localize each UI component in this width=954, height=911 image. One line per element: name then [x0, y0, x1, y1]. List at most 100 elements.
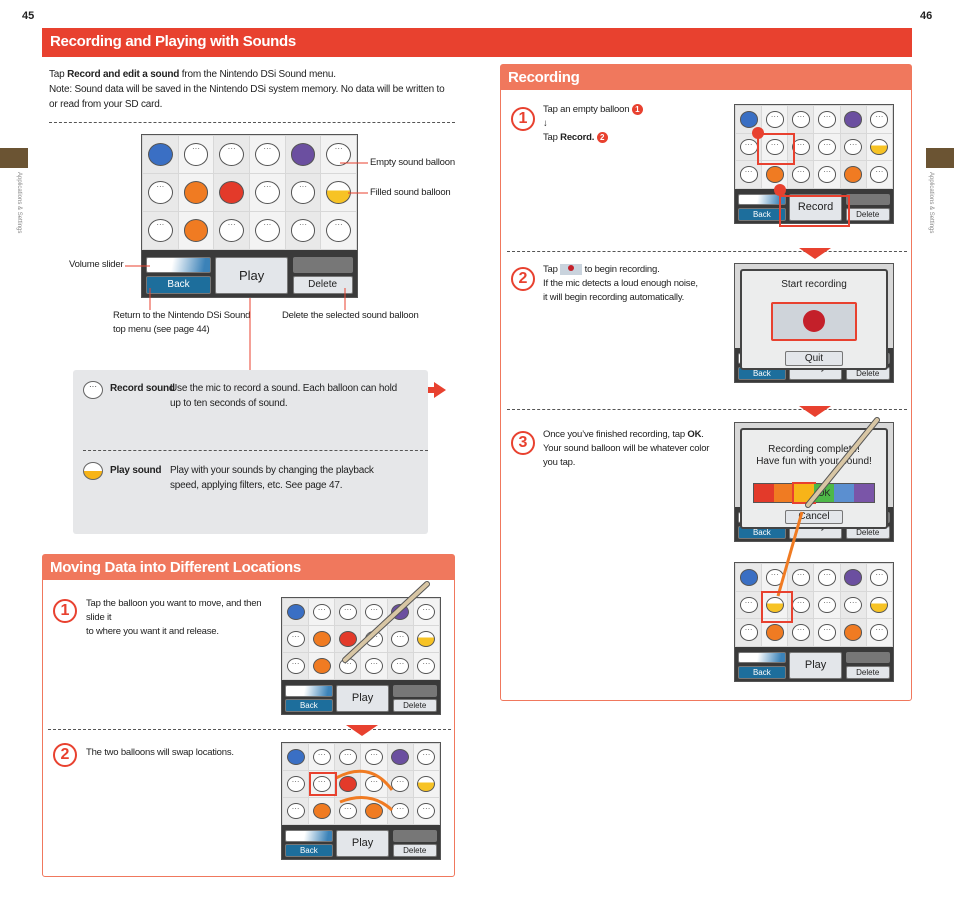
balloon-cell[interactable]: ···: [788, 591, 814, 619]
balloon-cell[interactable]: ···: [736, 619, 762, 646]
balloon-cell[interactable]: ···: [814, 564, 840, 591]
balloon-cell[interactable]: ···: [840, 133, 866, 161]
play-button[interactable]: Play: [335, 830, 390, 857]
balloon-cell[interactable]: ···: [762, 564, 788, 591]
balloon-cell[interactable]: ···: [283, 626, 309, 653]
balloon-cell[interactable]: ···: [335, 599, 361, 626]
balloon-cell[interactable]: ···: [736, 591, 762, 619]
back-button[interactable]: Back: [738, 207, 786, 221]
delete-button[interactable]: Delete: [392, 843, 437, 857]
color-swatch[interactable]: [792, 482, 817, 504]
color-swatch[interactable]: OK: [814, 484, 834, 502]
color-swatch[interactable]: [754, 484, 775, 502]
balloon-cell[interactable]: [736, 106, 762, 133]
balloon-cell[interactable]: ···: [736, 161, 762, 188]
balloon-cell[interactable]: [762, 591, 788, 619]
balloon-cell[interactable]: [361, 798, 387, 825]
volume-slider[interactable]: [738, 651, 786, 664]
volume-slider[interactable]: [285, 685, 333, 697]
balloon-cell[interactable]: ···: [814, 106, 840, 133]
balloon-cell[interactable]: ···: [413, 599, 439, 626]
balloon-cell[interactable]: ···: [814, 133, 840, 161]
delete-button[interactable]: Delete: [845, 207, 890, 221]
balloon-cell[interactable]: [387, 744, 413, 771]
balloon-cell[interactable]: [866, 133, 892, 161]
balloon-cell[interactable]: ···: [413, 744, 439, 771]
balloon-cell[interactable]: [840, 619, 866, 646]
balloon-cell[interactable]: ···: [283, 798, 309, 825]
balloon-cell[interactable]: ···: [413, 653, 439, 680]
balloon-cell[interactable]: ···: [788, 619, 814, 646]
balloon-cell[interactable]: [413, 771, 439, 798]
balloon-cell[interactable]: ···: [413, 798, 439, 825]
balloon-cell[interactable]: [335, 771, 361, 798]
balloon-cell[interactable]: ···: [788, 564, 814, 591]
balloon-cell[interactable]: ···: [814, 591, 840, 619]
balloon-cell[interactable]: ···: [283, 771, 309, 798]
balloon-cell[interactable]: [387, 599, 413, 626]
color-swatch[interactable]: [853, 484, 874, 502]
balloon-cell[interactable]: [283, 744, 309, 771]
balloon-cell[interactable]: ···: [309, 599, 335, 626]
balloon-cell[interactable]: [309, 626, 335, 653]
balloon-cell[interactable]: ···: [866, 619, 892, 646]
balloon-cell[interactable]: [762, 619, 788, 646]
balloon-cell[interactable]: ···: [283, 653, 309, 680]
balloon-cell[interactable]: ···: [387, 798, 413, 825]
balloon-cell[interactable]: ···: [361, 771, 387, 798]
balloon-cell[interactable]: ···: [309, 771, 335, 798]
balloon-cell[interactable]: ···: [866, 161, 892, 188]
balloon-cell[interactable]: [309, 798, 335, 825]
back-button[interactable]: Back: [285, 698, 333, 712]
color-swatch[interactable]: [833, 484, 854, 502]
balloon-cell[interactable]: ···: [361, 626, 387, 653]
balloon-cell[interactable]: ···: [788, 161, 814, 188]
balloon-cell[interactable]: [413, 626, 439, 653]
options-box[interactable]: [392, 830, 437, 842]
quit-button[interactable]: Quit: [785, 350, 843, 367]
color-swatch[interactable]: [774, 484, 795, 502]
balloon-cell[interactable]: ···: [788, 133, 814, 161]
balloon-cell[interactable]: [335, 626, 361, 653]
balloon-cell[interactable]: ···: [361, 653, 387, 680]
balloon-cell[interactable]: [736, 564, 762, 591]
balloon-cell[interactable]: [840, 106, 866, 133]
balloon-cell[interactable]: ···: [840, 591, 866, 619]
balloon-cell[interactable]: [840, 564, 866, 591]
volume-slider[interactable]: [738, 193, 786, 206]
balloon-cell[interactable]: ···: [335, 653, 361, 680]
balloon-cell[interactable]: ···: [387, 771, 413, 798]
balloon-cell[interactable]: ···: [814, 161, 840, 188]
delete-button[interactable]: Delete: [845, 665, 890, 679]
options-box[interactable]: [392, 685, 437, 697]
balloon-cell[interactable]: [840, 161, 866, 188]
balloon-cell[interactable]: ···: [762, 133, 788, 161]
record-button[interactable]: Record: [788, 193, 843, 221]
balloon-cell[interactable]: ···: [814, 619, 840, 646]
play-button[interactable]: Play: [335, 685, 390, 712]
play-button[interactable]: Play: [788, 651, 843, 679]
balloon-cell[interactable]: [866, 591, 892, 619]
balloon-cell[interactable]: ···: [387, 626, 413, 653]
balloon-cell[interactable]: ···: [361, 599, 387, 626]
back-button[interactable]: Back: [285, 843, 333, 857]
back-button[interactable]: Back: [738, 665, 786, 679]
balloon-cell[interactable]: [283, 599, 309, 626]
balloon-cell[interactable]: ···: [387, 653, 413, 680]
record-start-button[interactable]: [770, 301, 858, 341]
balloon-cell[interactable]: [762, 161, 788, 188]
delete-button[interactable]: Delete: [392, 698, 437, 712]
balloon-cell[interactable]: ···: [866, 106, 892, 133]
balloon-cell[interactable]: ···: [309, 744, 335, 771]
balloon-cell[interactable]: ···: [736, 133, 762, 161]
balloon-cell[interactable]: ···: [335, 744, 361, 771]
cancel-button[interactable]: Cancel: [785, 509, 843, 525]
balloon-cell[interactable]: [309, 653, 335, 680]
balloon-cell[interactable]: ···: [361, 744, 387, 771]
balloon-cell[interactable]: ···: [866, 564, 892, 591]
volume-slider[interactable]: [285, 830, 333, 842]
balloon-cell[interactable]: ···: [335, 798, 361, 825]
options-box[interactable]: [845, 651, 890, 664]
balloon-cell[interactable]: ···: [762, 106, 788, 133]
balloon-cell[interactable]: ···: [788, 106, 814, 133]
